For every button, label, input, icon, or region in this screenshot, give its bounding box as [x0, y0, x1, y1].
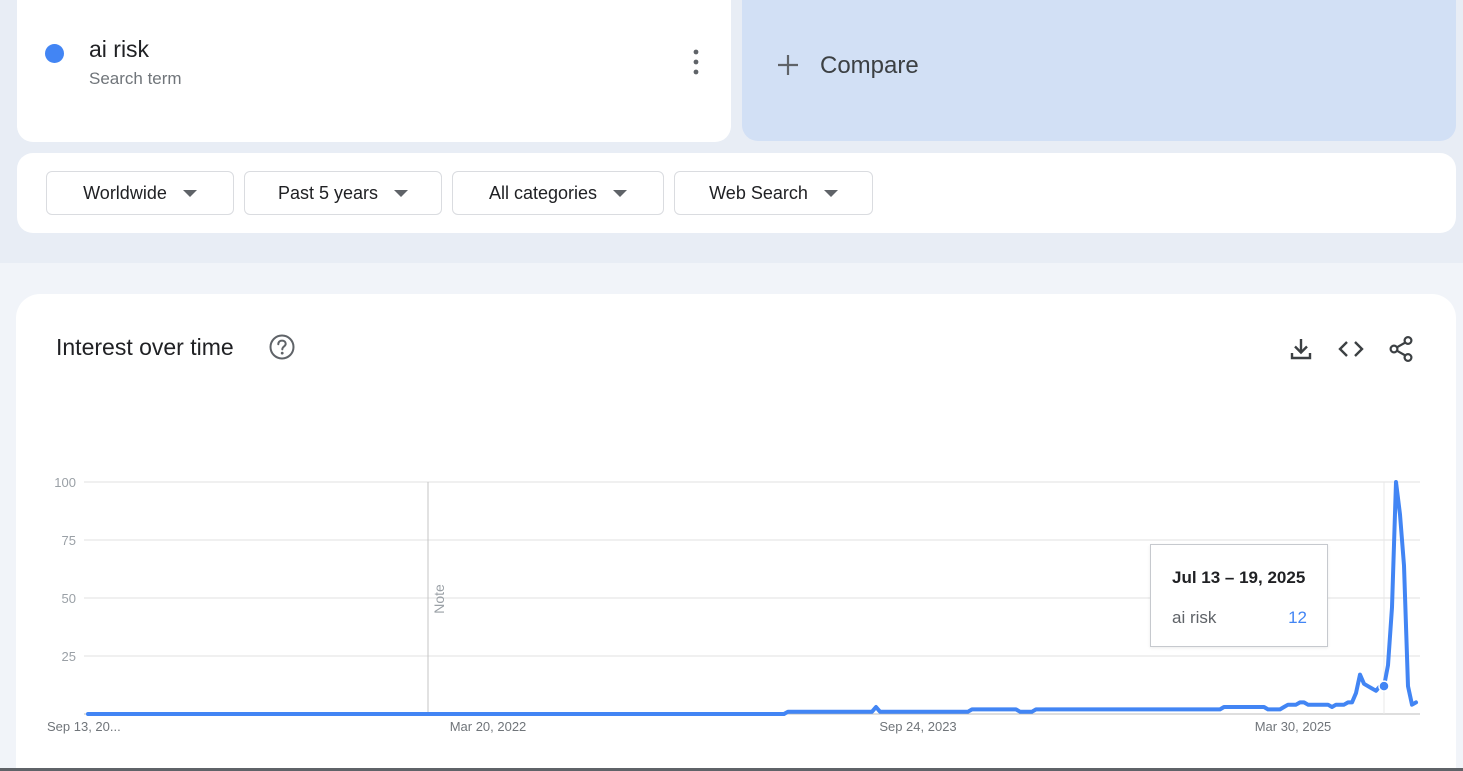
- series-color-dot: [45, 44, 64, 63]
- plus-icon: [778, 55, 798, 75]
- y-tick-label: 100: [54, 475, 76, 490]
- filter-time-range[interactable]: Past 5 years: [244, 171, 442, 215]
- search-term-card[interactable]: ai risk Search term: [17, 0, 731, 142]
- y-tick-label: 75: [62, 533, 76, 548]
- filter-bar: Worldwide Past 5 years All categories We…: [17, 153, 1456, 233]
- filter-location-label: Worldwide: [83, 182, 167, 203]
- x-tick-label: Sep 13, 20...: [47, 719, 121, 734]
- filter-time-range-label: Past 5 years: [277, 182, 379, 203]
- hover-point: [1378, 680, 1390, 692]
- more-vert-icon: [693, 49, 699, 75]
- interest-over-time-card: Interest over time 25 50 75 100 Note Sep 13, …: [16, 294, 1456, 771]
- filter-search-type-label: Web Search: [709, 182, 808, 203]
- filter-category-label: All categories: [488, 182, 598, 203]
- filter-location[interactable]: Worldwide: [46, 171, 234, 215]
- dropdown-arrow-icon: [823, 189, 838, 197]
- x-tick-label: Mar 30, 2025: [1255, 719, 1332, 734]
- dropdown-arrow-icon: [182, 189, 197, 197]
- chart-tooltip: Jul 13 – 19, 2025 ai risk 12: [1150, 544, 1328, 647]
- tooltip-date: Jul 13 – 19, 2025: [1172, 568, 1306, 587]
- note-label: Note: [431, 584, 447, 614]
- compare-label: Compare: [820, 52, 919, 79]
- compare-button[interactable]: Compare: [742, 0, 1456, 141]
- tooltip-value: 12: [1288, 608, 1307, 627]
- search-term-subtitle: Search term: [89, 69, 182, 88]
- filter-search-type[interactable]: Web Search: [674, 171, 873, 215]
- dropdown-arrow-icon: [613, 189, 628, 197]
- tooltip-term: ai risk: [1172, 608, 1217, 627]
- y-tick-label: 25: [62, 649, 76, 664]
- x-tick-label: Mar 20, 2022: [450, 719, 527, 734]
- x-tick-label: Sep 24, 2023: [879, 719, 956, 734]
- y-tick-label: 50: [62, 591, 76, 606]
- search-term-name: ai risk: [89, 36, 150, 62]
- interest-line-chart[interactable]: 25 50 75 100 Note Sep 13, 20... Mar 20, 2022 Se…: [16, 294, 1456, 771]
- more-options-button[interactable]: [681, 46, 711, 80]
- filter-category[interactable]: All categories: [452, 171, 664, 215]
- dropdown-arrow-icon: [394, 189, 409, 197]
